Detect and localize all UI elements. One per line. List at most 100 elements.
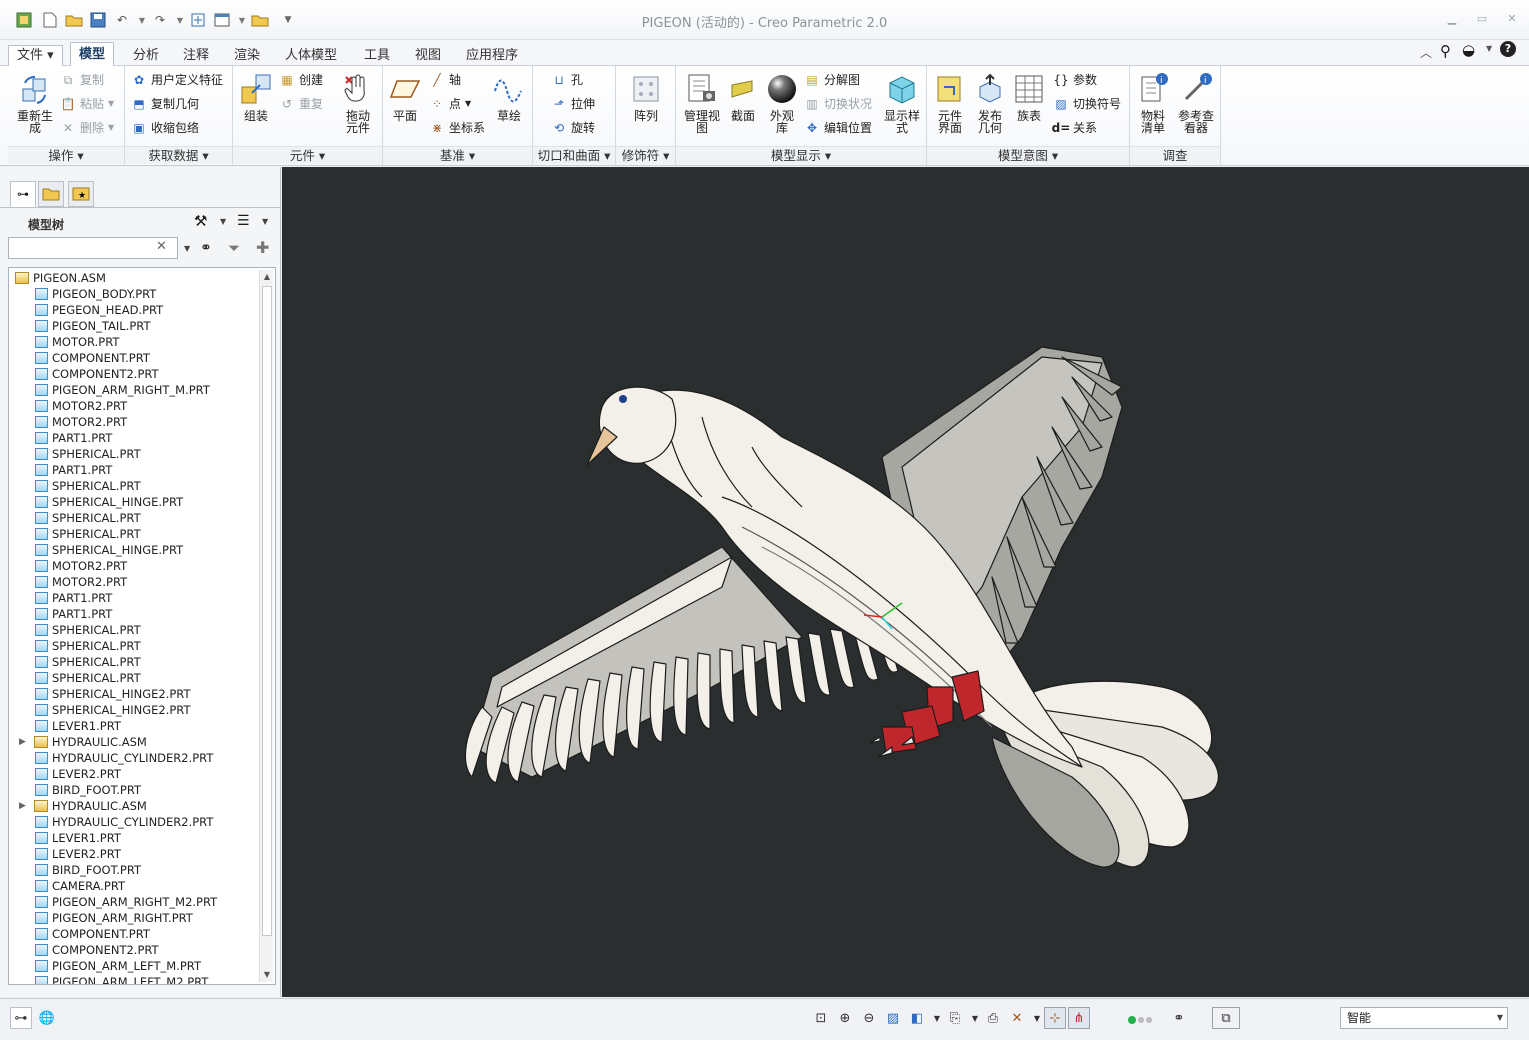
find-binoculars-icon[interactable]: ⚭: [200, 240, 212, 256]
tree-row[interactable]: COMPONENT.PRT: [35, 350, 150, 366]
display-style-icon[interactable]: ⎘: [944, 1007, 966, 1029]
tree-row[interactable]: PEGEON_HEAD.PRT: [35, 302, 163, 318]
show-dropdown-icon[interactable]: ▼: [262, 217, 268, 226]
revolve-button[interactable]: ⟲ 旋转: [551, 118, 595, 138]
tab-render[interactable]: 渲染: [225, 45, 269, 66]
tree-row[interactable]: PART1.PRT: [35, 430, 112, 446]
tree-row[interactable]: MOTOR.PRT: [35, 334, 119, 350]
tree-row[interactable]: SPHERICAL.PRT: [35, 670, 141, 686]
tree-row[interactable]: HYDRAULIC_CYLINDER2.PRT: [35, 814, 213, 830]
group-get-data-label[interactable]: 获取数据 ▾: [125, 146, 232, 164]
group-component-label[interactable]: 元件 ▾: [233, 146, 382, 164]
tree-row[interactable]: SPHERICAL.PRT: [35, 446, 141, 462]
saved-orientations-icon[interactable]: ◧: [906, 1007, 928, 1029]
group-model-intent-label[interactable]: 模型意图 ▾: [927, 146, 1129, 164]
group-cut-surface-label[interactable]: 切口和曲面 ▾: [533, 146, 615, 164]
group-operations-label[interactable]: 操作 ▾: [8, 146, 124, 164]
tree-row[interactable]: PART1.PRT: [35, 462, 112, 478]
section-button[interactable]: 截面: [724, 72, 762, 122]
tree-row[interactable]: SPHERICAL.PRT: [35, 654, 141, 670]
reference-viewer-button[interactable]: i 参考查 看器: [1174, 72, 1218, 134]
tab-tools[interactable]: 工具: [355, 45, 399, 66]
appearance-library-button[interactable]: 外观 库: [764, 72, 800, 134]
tab-file[interactable]: 文件 ▾: [8, 45, 63, 66]
close-button[interactable]: ✕: [1502, 12, 1522, 28]
refit-icon[interactable]: ⊡: [810, 1007, 832, 1029]
tree-row[interactable]: PIGEON_ARM_LEFT_M.PRT: [35, 958, 201, 974]
expand-arrow-icon[interactable]: ▶: [19, 734, 26, 750]
exploded-view-button[interactable]: ▤ 分解图: [804, 70, 860, 90]
tree-row[interactable]: MOTOR2.PRT: [35, 398, 127, 414]
clear-search-icon[interactable]: ✕: [156, 239, 167, 254]
community-dropdown-icon[interactable]: ▼: [1486, 44, 1492, 53]
tree-row[interactable]: SPHERICAL.PRT: [35, 526, 141, 542]
tree-scrollbar[interactable]: ▲ ▼: [259, 270, 273, 982]
tab-applications[interactable]: 应用程序: [457, 45, 527, 66]
navigator-toggle-icon[interactable]: ⊶: [10, 1007, 32, 1029]
group-model-display-label[interactable]: 模型显示 ▾: [676, 146, 926, 164]
spin-center-icon[interactable]: ⋔: [1068, 1007, 1090, 1029]
regenerate-button[interactable]: 重新生 成: [12, 72, 58, 134]
tree-row[interactable]: PIGEON_TAIL.PRT: [35, 318, 150, 334]
udf-button[interactable]: ✿ 用户定义特征: [131, 70, 223, 90]
drag-component-button[interactable]: 拖动 元件: [337, 72, 379, 134]
tree-row[interactable]: ▶ HYDRAULIC.ASM: [19, 798, 147, 814]
tree-row[interactable]: SPHERICAL_HINGE2.PRT: [35, 702, 191, 718]
create-button[interactable]: ▦ 创建: [279, 70, 323, 90]
model-tree[interactable]: PIGEON.ASM PIGEON_BODY.PRT PEGEON_HEAD.PRT…: [8, 267, 276, 985]
group-datum-label[interactable]: 基准 ▾: [383, 146, 532, 164]
tree-row[interactable]: BIRD_FOOT.PRT: [35, 862, 141, 878]
tree-row[interactable]: SPHERICAL.PRT: [35, 622, 141, 638]
point-button[interactable]: ⁘ 点 ▼: [429, 94, 471, 114]
tree-row[interactable]: PIGEON_ARM_RIGHT_M.PRT: [35, 382, 210, 398]
tree-search-input[interactable]: [8, 237, 178, 259]
tree-row[interactable]: MOTOR2.PRT: [35, 414, 127, 430]
tree-row[interactable]: SPHERICAL.PRT: [35, 478, 141, 494]
plane-button[interactable]: 平面: [387, 72, 423, 122]
pattern-button[interactable]: 阵列: [626, 72, 666, 122]
scroll-down-icon[interactable]: ▼: [261, 968, 273, 982]
tree-row[interactable]: ▶ HYDRAULIC.ASM: [19, 734, 147, 750]
tree-row[interactable]: SPHERICAL_HINGE.PRT: [35, 542, 183, 558]
tree-row[interactable]: SPHERICAL_HINGE.PRT: [35, 494, 183, 510]
tree-row[interactable]: CAMERA.PRT: [35, 878, 125, 894]
toggle-status-button[interactable]: ▥ 切换状况: [804, 94, 872, 114]
copy-geometry-button[interactable]: ⬒ 复制几何: [131, 94, 199, 114]
tree-row[interactable]: SPHERICAL.PRT: [35, 638, 141, 654]
zoom-in-icon[interactable]: ⊕: [834, 1007, 856, 1029]
publish-geometry-button[interactable]: 发布 几何: [971, 72, 1009, 134]
csys-button[interactable]: ⋇ 坐标系: [429, 118, 485, 138]
edit-position-button[interactable]: ✥ 编辑位置: [804, 118, 872, 138]
zoom-out-icon[interactable]: ⊖: [858, 1007, 880, 1029]
tree-row[interactable]: LEVER1.PRT: [35, 830, 121, 846]
view-manager-icon[interactable]: ⎙: [982, 1007, 1004, 1029]
selection-box-icon[interactable]: ⧉: [1212, 1007, 1240, 1029]
settings-dropdown-icon[interactable]: ▼: [220, 217, 226, 226]
selection-filter-select[interactable]: 智能 ▼: [1340, 1007, 1508, 1029]
tree-row[interactable]: PIGEON_ARM_RIGHT_M2.PRT: [35, 894, 217, 910]
scroll-thumb[interactable]: [262, 286, 272, 936]
delete-button[interactable]: ✕ 删除 ▼: [60, 118, 114, 138]
tree-row[interactable]: LEVER2.PRT: [35, 846, 121, 862]
repeat-button[interactable]: ↺ 重复: [279, 94, 323, 114]
tree-row[interactable]: PIGEON.ASM: [15, 270, 106, 286]
graphics-window[interactable]: [282, 167, 1529, 997]
favorites-tab[interactable]: ★: [68, 181, 94, 207]
show-icon[interactable]: ☰: [237, 213, 250, 229]
community-icon[interactable]: ◒: [1462, 41, 1475, 59]
tree-row[interactable]: PART1.PRT: [35, 606, 112, 622]
view-manager-button[interactable]: 管理视 图: [680, 72, 724, 134]
tree-row[interactable]: PIGEON_BODY.PRT: [35, 286, 156, 302]
tree-row[interactable]: PART1.PRT: [35, 590, 112, 606]
tree-row[interactable]: COMPONENT.PRT: [35, 926, 150, 942]
tree-row[interactable]: HYDRAULIC_CYLINDER2.PRT: [35, 750, 213, 766]
tree-row[interactable]: MOTOR2.PRT: [35, 574, 127, 590]
search-dropdown-icon[interactable]: ▼: [184, 244, 190, 253]
add-column-icon[interactable]: ✚: [256, 238, 269, 257]
maximize-button[interactable]: ▭: [1472, 12, 1492, 28]
filter-icon[interactable]: ⏷: [228, 239, 240, 257]
relations-button[interactable]: d= 关系: [1052, 118, 1097, 138]
model-tree-tab[interactable]: ⊶: [10, 181, 36, 207]
annotation-display-icon[interactable]: ⊹: [1044, 1007, 1066, 1029]
tree-row[interactable]: LEVER2.PRT: [35, 766, 121, 782]
